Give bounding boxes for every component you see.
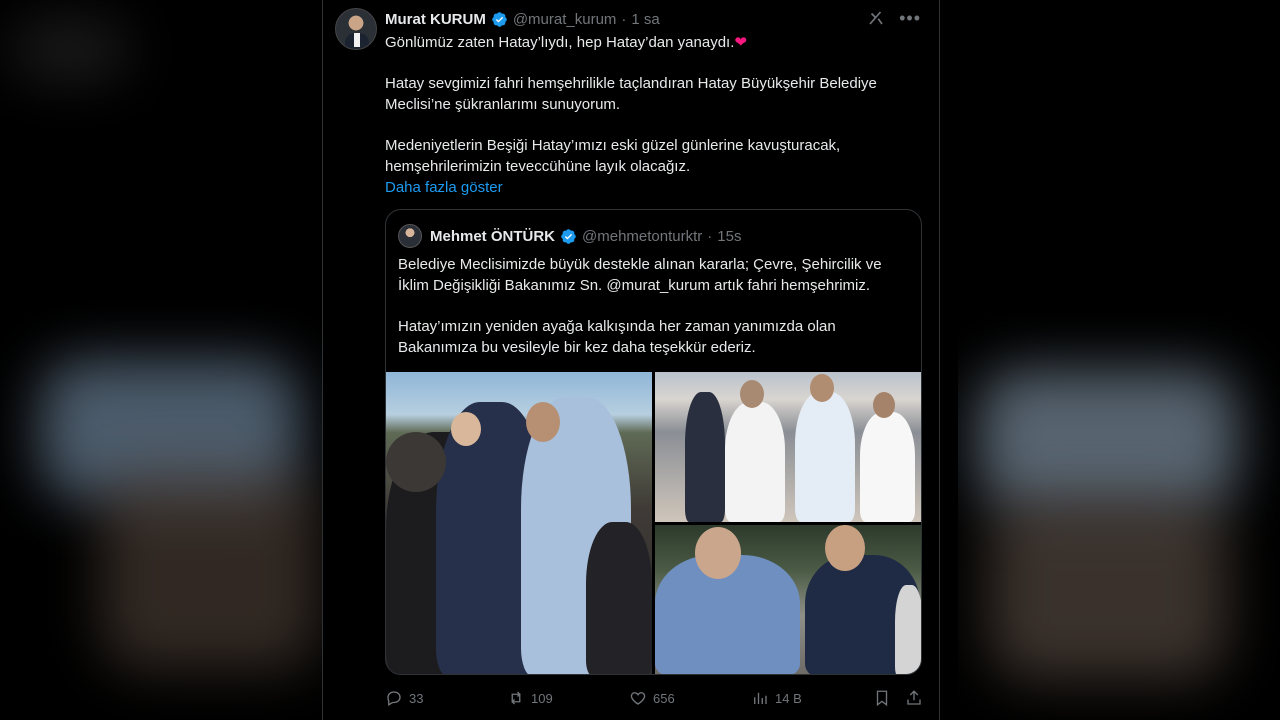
tweet-top-icons: ••• [867,9,921,27]
repost-button[interactable]: 109 [507,686,553,710]
separator: · [621,10,627,28]
bookmark-icon [876,690,888,707]
quoted-author-handle[interactable]: @mehmetonturktr [582,228,702,245]
quoted-author-avatar[interactable] [398,224,422,248]
photo-1[interactable] [386,372,652,674]
author-avatar[interactable] [335,8,377,50]
blurred-background-right [958,0,1280,720]
photo-grid [386,372,921,674]
quoted-paragraph: Hatay’ımızın yeniden ayağa kalkışında he… [398,318,836,356]
like-button[interactable]: 656 [629,686,675,710]
share-button[interactable] [905,686,923,710]
bookmark-button[interactable] [873,686,891,710]
share-icon [907,690,921,705]
quoted-paragraph: Belediye Meclisimizde büyük destekle alı… [398,256,882,294]
tweet-text: Gönlümüz zaten Hatay’lıydı, hep Hatay’da… [385,32,925,198]
verified-badge-icon [492,11,507,27]
red-heart-emoji: ❤ [734,34,747,51]
action-bar: 33 109 656 14 B [385,686,925,710]
reply-icon [387,691,401,706]
separator: · [707,227,713,245]
quoted-tweet[interactable]: Mehmet ÖNTÜRK @mehmetonturktr · 15s Bele… [385,209,922,675]
quoted-author-name[interactable]: Mehmet ÖNTÜRK [430,228,555,245]
author-name[interactable]: Murat KURUM [385,11,486,28]
quoted-tweet-time[interactable]: 15s [717,228,741,245]
tweet-paragraph: Gönlümüz zaten Hatay’lıydı, hep Hatay’da… [385,34,747,51]
blurred-background-left [0,0,322,720]
tweet-header: Murat KURUM @murat_kurum · 1 sa [385,9,660,29]
views-count: 14 B [775,690,802,706]
reply-count: 33 [409,690,424,706]
repost-icon [511,691,521,705]
tweet-paragraph: Hatay sevgimizi fahri hemşehrilikle taçl… [385,75,877,113]
show-more-link[interactable]: Daha fazla göster [385,177,925,198]
photo-2[interactable] [655,372,921,522]
repost-count: 109 [531,690,553,706]
grok-icon[interactable] [867,9,885,27]
tweet-card[interactable]: Murat KURUM @murat_kurum · 1 sa ••• Gönl… [322,0,940,720]
like-count: 656 [653,690,675,706]
photo-3[interactable] [655,525,921,674]
views-icon [754,692,767,704]
more-icon[interactable]: ••• [899,9,921,27]
views-button[interactable]: 14 B [751,686,802,710]
quoted-tweet-header: Mehmet ÖNTÜRK @mehmetonturktr · 15s [398,224,741,248]
author-handle[interactable]: @murat_kurum [513,11,617,28]
verified-badge-icon [561,228,576,244]
tweet-time[interactable]: 1 sa [631,11,659,28]
tweet-paragraph: Medeniyetlerin Beşiği Hatay’ımızı eski g… [385,137,841,175]
heart-icon [630,692,646,705]
quoted-tweet-text: Belediye Meclisimizde büyük destekle alı… [398,254,910,378]
reply-button[interactable]: 33 [385,686,423,710]
